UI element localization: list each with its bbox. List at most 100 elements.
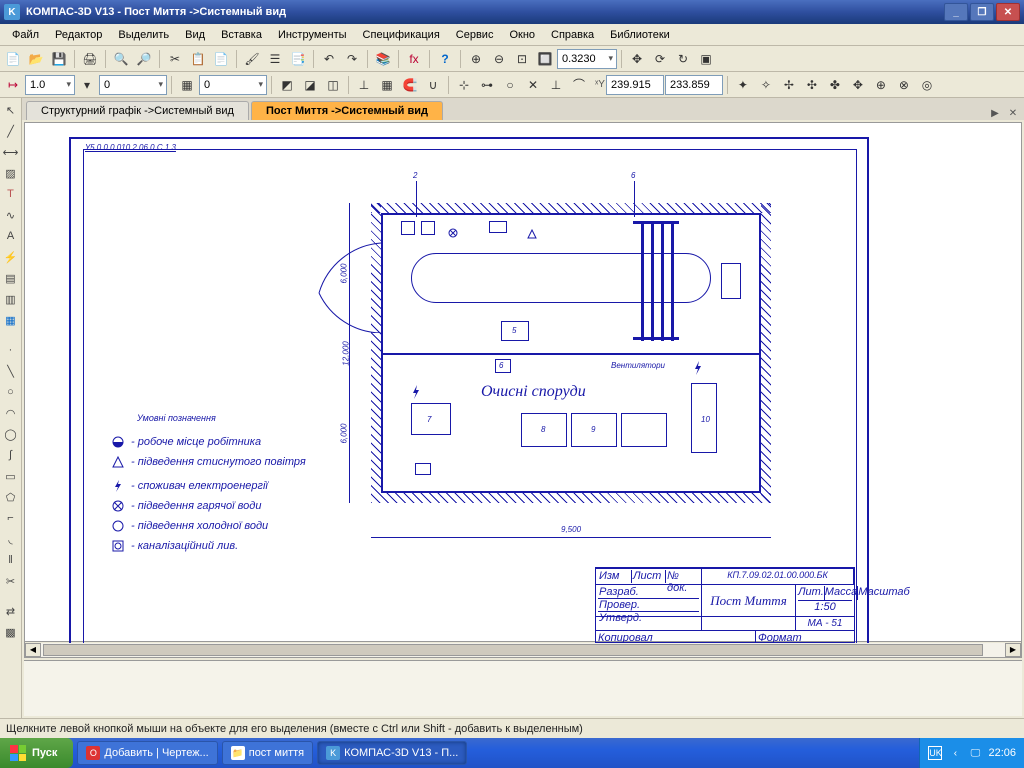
snap-a-button[interactable]: ✦ [732,74,754,96]
tool-table[interactable]: ▤ [1,268,21,288]
save-button[interactable]: 💾 [48,48,70,70]
preview-button[interactable]: 🔍 [110,48,132,70]
snap-b-button[interactable]: ✧ [755,74,777,96]
tab-2[interactable]: Пост Миття ->Системный вид [251,101,443,120]
print-button[interactable]: 🖨 [79,48,101,70]
tool-text[interactable]: T [1,184,21,204]
snap-g-button[interactable]: ⊕ [870,74,892,96]
tool-point[interactable]: · [1,340,21,360]
rotate-button[interactable]: ⟳ [649,48,671,70]
task-item-1[interactable]: OДобавить | Чертеж... [77,741,217,765]
snap-tan-button[interactable]: ⌒ [568,74,590,96]
ortho-button[interactable]: ⊥ [353,74,375,96]
copy-button[interactable]: 📋 [187,48,209,70]
tool-polygon[interactable]: ⬠ [1,487,21,507]
minimize-button[interactable]: _ [944,3,968,21]
start-button[interactable]: Пуск [0,738,73,768]
menu-service[interactable]: Сервис [448,27,502,43]
tool-line[interactable]: ╱ [1,121,21,141]
snap-d-button[interactable]: ✣ [801,74,823,96]
layers-button[interactable]: ▦ [176,74,198,96]
snap3-button[interactable]: ◫ [322,74,344,96]
snap-h-button[interactable]: ⊗ [893,74,915,96]
tool-arc[interactable]: ◠ [1,403,21,423]
maximize-button[interactable]: ❐ [970,3,994,21]
cut-button[interactable]: ✂ [164,48,186,70]
tool-macro[interactable]: ▦ [1,310,21,330]
lineweight-combo[interactable]: 1.0 [25,75,75,95]
open-button[interactable]: 📂 [25,48,47,70]
menu-help[interactable]: Справка [543,27,602,43]
tool-leader[interactable]: A [1,226,21,246]
tool-cursor[interactable]: ↖ [1,100,21,120]
tool-spline[interactable]: ∿ [1,205,21,225]
zoom-fit-button[interactable]: ⊡ [511,48,533,70]
stop-button[interactable]: ↦ [2,74,24,96]
tray-collapse-icon[interactable]: ‹ [948,746,962,760]
menu-window[interactable]: Окно [501,27,543,43]
tool-fillet[interactable]: ◟ [1,529,21,549]
snap-end-button[interactable]: ⊹ [453,74,475,96]
menu-libs[interactable]: Библиотеки [602,27,678,43]
tool-cham[interactable]: ⌐ [1,508,21,528]
snap-int-button[interactable]: ✕ [522,74,544,96]
scroll-thumb[interactable] [43,644,983,656]
tool-array[interactable]: ▩ [1,622,21,642]
preview2-button[interactable]: 🔎 [133,48,155,70]
tool-symbol[interactable]: ⚡ [1,247,21,267]
coord-y-input[interactable] [665,75,723,95]
lang-indicator[interactable]: UK [928,746,942,760]
format-brush-button[interactable]: 🖌 [241,48,263,70]
snap-center-button[interactable]: ○ [499,74,521,96]
tool-seg[interactable]: ╲ [1,361,21,381]
drawing-canvas[interactable]: У5 0.0 0.010 2.06 0.С 1.3 [25,123,1021,641]
snap-f-button[interactable]: ✥ [847,74,869,96]
close-button[interactable]: ✕ [996,3,1020,21]
tab-close-icon[interactable]: ✕ [1006,106,1020,120]
snap1-button[interactable]: ◩ [276,74,298,96]
scroll-right-icon[interactable]: ▶ [1005,643,1021,657]
tool-trim[interactable]: ✂ [1,571,21,591]
snap-e-button[interactable]: ✤ [824,74,846,96]
snap2-button[interactable]: ◪ [299,74,321,96]
tool-rect[interactable]: ▭ [1,466,21,486]
snap-perp-button[interactable]: ⊥ [545,74,567,96]
vars-button[interactable]: fx [403,48,425,70]
paste-button[interactable]: 📄 [210,48,232,70]
tray-monitor-icon[interactable]: 🖵 [968,746,982,760]
tool-mirror[interactable]: ⇄ [1,601,21,621]
properties-button[interactable]: ☰ [264,48,286,70]
tool-circle[interactable]: ○ [1,382,21,402]
menu-spec[interactable]: Спецификация [355,27,448,43]
attribute-button[interactable]: 📑 [287,48,309,70]
dropdown-icon[interactable]: ▾ [76,74,98,96]
scroll-left-icon[interactable]: ◀ [25,643,41,657]
snap-i-button[interactable]: ◎ [916,74,938,96]
tab-nav-right-icon[interactable]: ▶ [988,106,1002,120]
scroll-track[interactable] [41,643,1005,657]
tool-ellipse[interactable]: ◯ [1,424,21,444]
menu-editor[interactable]: Редактор [47,27,110,43]
view-all-button[interactable]: ▣ [695,48,717,70]
tool-view[interactable]: ▥ [1,289,21,309]
zoom-out-button[interactable]: ⊖ [488,48,510,70]
pan-button[interactable]: ✥ [626,48,648,70]
menu-file[interactable]: Файл [4,27,47,43]
layer-combo[interactable]: 0 [199,75,267,95]
refresh-button[interactable]: ↻ [672,48,694,70]
menu-view[interactable]: Вид [177,27,213,43]
zoom-value[interactable]: 0.3230 [557,49,617,69]
menu-tools[interactable]: Инструменты [270,27,355,43]
tool-curve[interactable]: ∫ [1,445,21,465]
zoom-in-button[interactable]: ⊕ [465,48,487,70]
snap-mid-button[interactable]: ⊶ [476,74,498,96]
magnet-button[interactable]: 🧲 [399,74,421,96]
tool-dim[interactable]: ⟷ [1,142,21,162]
tab-1[interactable]: Структурний графік ->Системный вид [26,101,249,120]
help-button[interactable]: ? [434,48,456,70]
magnet2-button[interactable]: ∪ [422,74,444,96]
clock[interactable]: 22:06 [988,747,1016,759]
h-scrollbar[interactable]: ◀ ▶ [25,641,1021,657]
grid-button[interactable]: ▦ [376,74,398,96]
menu-select[interactable]: Выделить [110,27,177,43]
